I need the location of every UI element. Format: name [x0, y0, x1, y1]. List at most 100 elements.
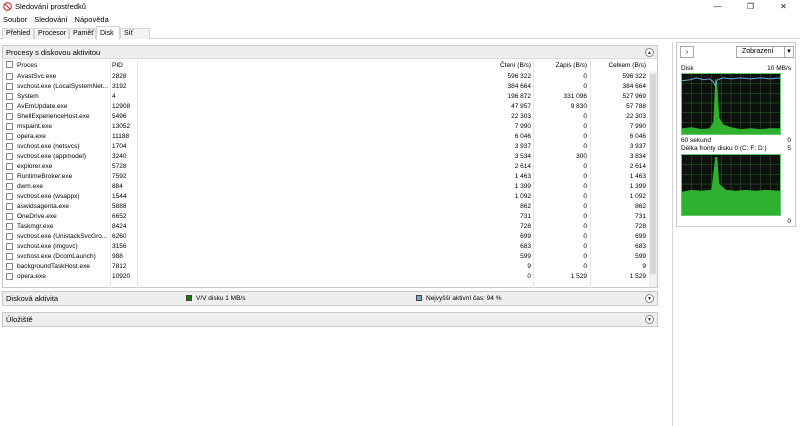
cell-pid: 8424 [112, 223, 127, 230]
table-row[interactable]: AvastSvc.exe 2828 596 322 0 596 322 [3, 72, 657, 82]
row-checkbox[interactable] [6, 263, 13, 270]
row-checkbox[interactable] [6, 243, 13, 250]
disk-activity-header[interactable]: Disková aktivita V/V disku 1 MB/s Nejvyš… [3, 292, 657, 305]
table-header: Proces PID Čtení (B/s) Zápis (B/s) Celke… [3, 60, 657, 71]
row-checkbox[interactable] [6, 113, 13, 120]
cell-write: 0 [583, 133, 587, 140]
row-checkbox[interactable] [6, 103, 13, 110]
scrollbar-thumb[interactable] [650, 74, 656, 274]
cell-process-name: RuntimeBroker.exe [17, 173, 73, 180]
table-row[interactable]: svchost.exe (UnistackSvcGro... 6260 699 0 69… [3, 232, 657, 242]
cell-process-name: svchost.exe (netsvcs) [17, 143, 80, 150]
tab-bar: Přehled Procesor Paměť Disk Síť [0, 26, 800, 40]
cell-total: 3 937 [629, 143, 646, 150]
cell-write: 300 [576, 153, 587, 160]
cell-read: 731 [520, 213, 531, 220]
row-checkbox[interactable] [6, 173, 13, 180]
row-checkbox[interactable] [6, 153, 13, 160]
cell-read: 3 534 [514, 153, 531, 160]
row-checkbox[interactable] [6, 143, 13, 150]
cell-read: 699 [520, 233, 531, 240]
cell-process-name: dwm.exe [17, 183, 44, 190]
table-row[interactable]: svchost.exe (imgsvc) 3156 683 0 683 [3, 242, 657, 252]
cell-pid: 5888 [112, 203, 127, 210]
expand-chevron-icon[interactable]: ▼ [645, 315, 654, 324]
table-row[interactable]: backgroundTaskHost.exe 7812 9 0 9 [3, 262, 657, 272]
col-process[interactable]: Proces [17, 62, 37, 69]
table-row[interactable]: svchost.exe (wsappx) 1544 1 092 0 1 092 [3, 192, 657, 202]
row-checkbox[interactable] [6, 93, 13, 100]
table-row[interactable]: aswidsagenta.exe 5888 862 0 862 [3, 202, 657, 212]
cell-total: 22 303 [626, 113, 646, 120]
table-row[interactable]: RuntimeBroker.exe 7592 1 463 0 1 463 [3, 172, 657, 182]
table-row[interactable]: dwm.exe 884 1 399 0 1 399 [3, 182, 657, 192]
table-scrollbar[interactable] [649, 71, 657, 287]
cell-process-name: Taskmgr.exe [17, 223, 54, 230]
cell-total: 1 092 [629, 193, 646, 200]
row-checkbox[interactable] [6, 133, 13, 140]
row-checkbox[interactable] [6, 123, 13, 130]
collapse-chevron-icon[interactable]: ▲ [645, 48, 654, 57]
dropdown-arrow-icon[interactable]: ▼ [784, 47, 793, 57]
view-dropdown[interactable]: Zobrazení ▼ [736, 46, 794, 58]
cell-write: 0 [583, 123, 587, 130]
table-row[interactable]: svchost.exe (DcomLaunch) 988 599 0 599 [3, 252, 657, 262]
col-pid[interactable]: PID [112, 62, 123, 69]
table-row[interactable]: ShellExperienceHost.exe 5496 22 303 0 22 303 [3, 112, 657, 122]
active-time-legend-label: Nejvyšší aktivní čas: 94 % [426, 295, 502, 302]
menu-help[interactable]: Nápověda [75, 15, 109, 24]
processes-header[interactable]: Procesy s diskovou aktivitou ▲ [3, 46, 657, 59]
row-checkbox[interactable] [6, 223, 13, 230]
cell-write: 0 [583, 113, 587, 120]
row-checkbox[interactable] [6, 183, 13, 190]
resource-monitor-icon [3, 2, 12, 11]
row-checkbox[interactable] [6, 73, 13, 80]
col-read[interactable]: Čtení (B/s) [473, 62, 531, 69]
tab-disk[interactable]: Disk [96, 26, 120, 40]
table-row[interactable]: mspaint.exe 13052 7 990 0 7 990 [3, 122, 657, 132]
cell-write: 0 [583, 83, 587, 90]
cell-read: 7 990 [514, 123, 531, 130]
cell-pid: 1704 [112, 143, 127, 150]
row-checkbox[interactable] [6, 83, 13, 90]
table-row[interactable]: svchost.exe (appmodel) 3240 3 534 300 3 834 [3, 152, 657, 162]
minimize-button[interactable]: — [701, 0, 734, 13]
tab-cpu[interactable]: Procesor [34, 28, 69, 39]
table-row[interactable]: OneDrive.exe 6652 731 0 731 [3, 212, 657, 222]
row-checkbox[interactable] [6, 163, 13, 170]
cell-total: 6 046 [629, 133, 646, 140]
row-checkbox[interactable] [6, 193, 13, 200]
table-row[interactable]: opera.exe 11188 6 046 0 6 046 [3, 132, 657, 142]
table-row[interactable]: explorer.exe 5728 2 614 0 2 614 [3, 162, 657, 172]
cell-total: 1 399 [629, 183, 646, 190]
cell-write: 331 096 [563, 93, 588, 100]
row-checkbox[interactable] [6, 273, 13, 280]
table-row[interactable]: System 4 196 872 331 096 527 969 [3, 92, 657, 102]
col-write[interactable]: Zápis (B/s) [533, 62, 587, 69]
expand-chevron-icon[interactable]: ▼ [645, 294, 654, 303]
close-button[interactable]: ✕ [767, 0, 800, 13]
cell-write: 0 [583, 183, 587, 190]
table-row[interactable]: svchost.exe (netsvcs) 1704 3 937 0 3 937 [3, 142, 657, 152]
menu-monitor[interactable]: Sledování [34, 15, 67, 24]
tab-network[interactable]: Síť [120, 28, 150, 39]
col-total[interactable]: Celkem (B/s) [589, 62, 646, 69]
collapse-panel-button[interactable]: › [680, 46, 694, 58]
row-checkbox[interactable] [6, 253, 13, 260]
menu-file[interactable]: Soubor [3, 15, 27, 24]
io-legend-label: V/V disku 1 MB/s [196, 295, 246, 302]
table-row[interactable]: Taskmgr.exe 8424 728 0 728 [3, 222, 657, 232]
table-row[interactable]: svchost.exe (LocalSystemNet... 3192 384 66… [3, 82, 657, 92]
row-checkbox[interactable] [6, 213, 13, 220]
row-checkbox[interactable] [6, 233, 13, 240]
select-all-checkbox[interactable] [6, 61, 13, 68]
tab-memory[interactable]: Paměť [69, 28, 96, 39]
row-checkbox[interactable] [6, 203, 13, 210]
table-row[interactable]: opera.exe 10920 0 1 529 1 529 [3, 272, 657, 282]
disk-graph-timespan: 60 sekund [681, 137, 711, 144]
cell-pid: 10920 [112, 273, 131, 280]
table-row[interactable]: AvEmUpdate.exe 12908 47 957 9 830 57 788 [3, 102, 657, 112]
tab-overview[interactable]: Přehled [2, 28, 34, 39]
storage-header[interactable]: Úložiště ▼ [3, 313, 657, 326]
maximize-button[interactable]: ❐ [734, 0, 767, 13]
